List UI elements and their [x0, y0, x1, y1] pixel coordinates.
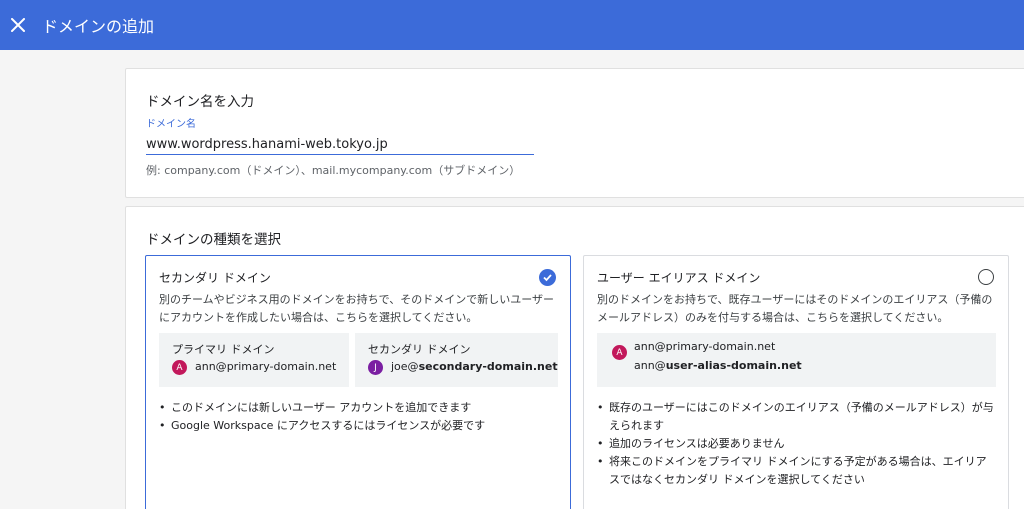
- radio-button[interactable]: [978, 269, 994, 285]
- primary-domain-example-title: プライマリ ドメイン: [172, 343, 275, 356]
- list-item: このドメインには新しいユーザー アカウントを追加できます: [159, 399, 559, 417]
- app-header: ドメインの追加: [0, 0, 1024, 50]
- avatar: A: [172, 360, 187, 375]
- selected-check-icon: [539, 269, 556, 286]
- alias-domain-example-email1: ann@primary-domain.net: [634, 340, 776, 353]
- alias-domain-example-email2: ann@user-alias-domain.net: [634, 359, 802, 372]
- domain-type-heading: ドメインの種類を選択: [146, 232, 281, 248]
- domain-name-field: [146, 133, 534, 155]
- primary-domain-example: プライマリ ドメイン A ann@primary-domain.net: [159, 333, 349, 387]
- secondary-domain-example-title: セカンダリ ドメイン: [368, 343, 471, 356]
- domain-name-card: ドメイン名を入力 ドメイン名 例: company.com（ドメイン）、mail…: [125, 68, 1024, 198]
- secondary-domain-bullets: このドメインには新しいユーザー アカウントを追加できます Google Work…: [159, 399, 559, 435]
- avatar: A: [612, 345, 627, 360]
- secondary-domain-example-email: joe@secondary-domain.net: [391, 360, 558, 373]
- primary-domain-example-email: ann@primary-domain.net: [195, 360, 337, 373]
- user-alias-domain-option[interactable]: ユーザー エイリアス ドメイン 別のドメインをお持ちで、既存ユーザーにはそのドメ…: [583, 255, 1009, 509]
- alias-domain-example: A ann@primary-domain.net ann@user-alias-…: [597, 333, 996, 387]
- user-alias-domain-bullets: 既存のユーザーにはこのドメインのエイリアス（予備のメールアドレス）が与えられます…: [597, 399, 997, 489]
- domain-type-card: ドメインの種類を選択 セカンダリ ドメイン 別のチームやビジネス用のドメインをお…: [125, 206, 1024, 509]
- close-button[interactable]: [0, 0, 36, 50]
- list-item: 将来このドメインをプライマリ ドメインにする予定がある場合は、エイリアスではなく…: [597, 453, 997, 489]
- list-item: 既存のユーザーにはこのドメインのエイリアス（予備のメールアドレス）が与えられます: [597, 399, 997, 435]
- domain-name-hint: 例: company.com（ドメイン）、mail.mycompany.com（…: [146, 164, 521, 177]
- secondary-domain-example: セカンダリ ドメイン J joe@secondary-domain.net: [355, 333, 558, 387]
- list-item: Google Workspace にアクセスするにはライセンスが必要です: [159, 417, 559, 435]
- avatar: J: [368, 360, 383, 375]
- secondary-domain-description: 別のチームやビジネス用のドメインをお持ちで、そのドメインで新しいユーザーにアカウ…: [159, 293, 555, 324]
- domain-name-label: ドメイン名: [146, 119, 196, 130]
- domain-name-heading: ドメイン名を入力: [146, 94, 254, 110]
- page-title: ドメインの追加: [42, 17, 155, 36]
- list-item: 追加のライセンスは必要ありません: [597, 435, 997, 453]
- user-alias-domain-description: 別のドメインをお持ちで、既存ユーザーにはそのドメインのエイリアス（予備のメールア…: [597, 293, 993, 324]
- close-icon: [11, 18, 25, 32]
- user-alias-domain-title: ユーザー エイリアス ドメイン: [597, 271, 761, 285]
- domain-name-input[interactable]: [146, 135, 534, 154]
- secondary-domain-title: セカンダリ ドメイン: [159, 271, 271, 285]
- secondary-domain-option[interactable]: セカンダリ ドメイン 別のチームやビジネス用のドメインをお持ちで、そのドメインで…: [145, 255, 571, 509]
